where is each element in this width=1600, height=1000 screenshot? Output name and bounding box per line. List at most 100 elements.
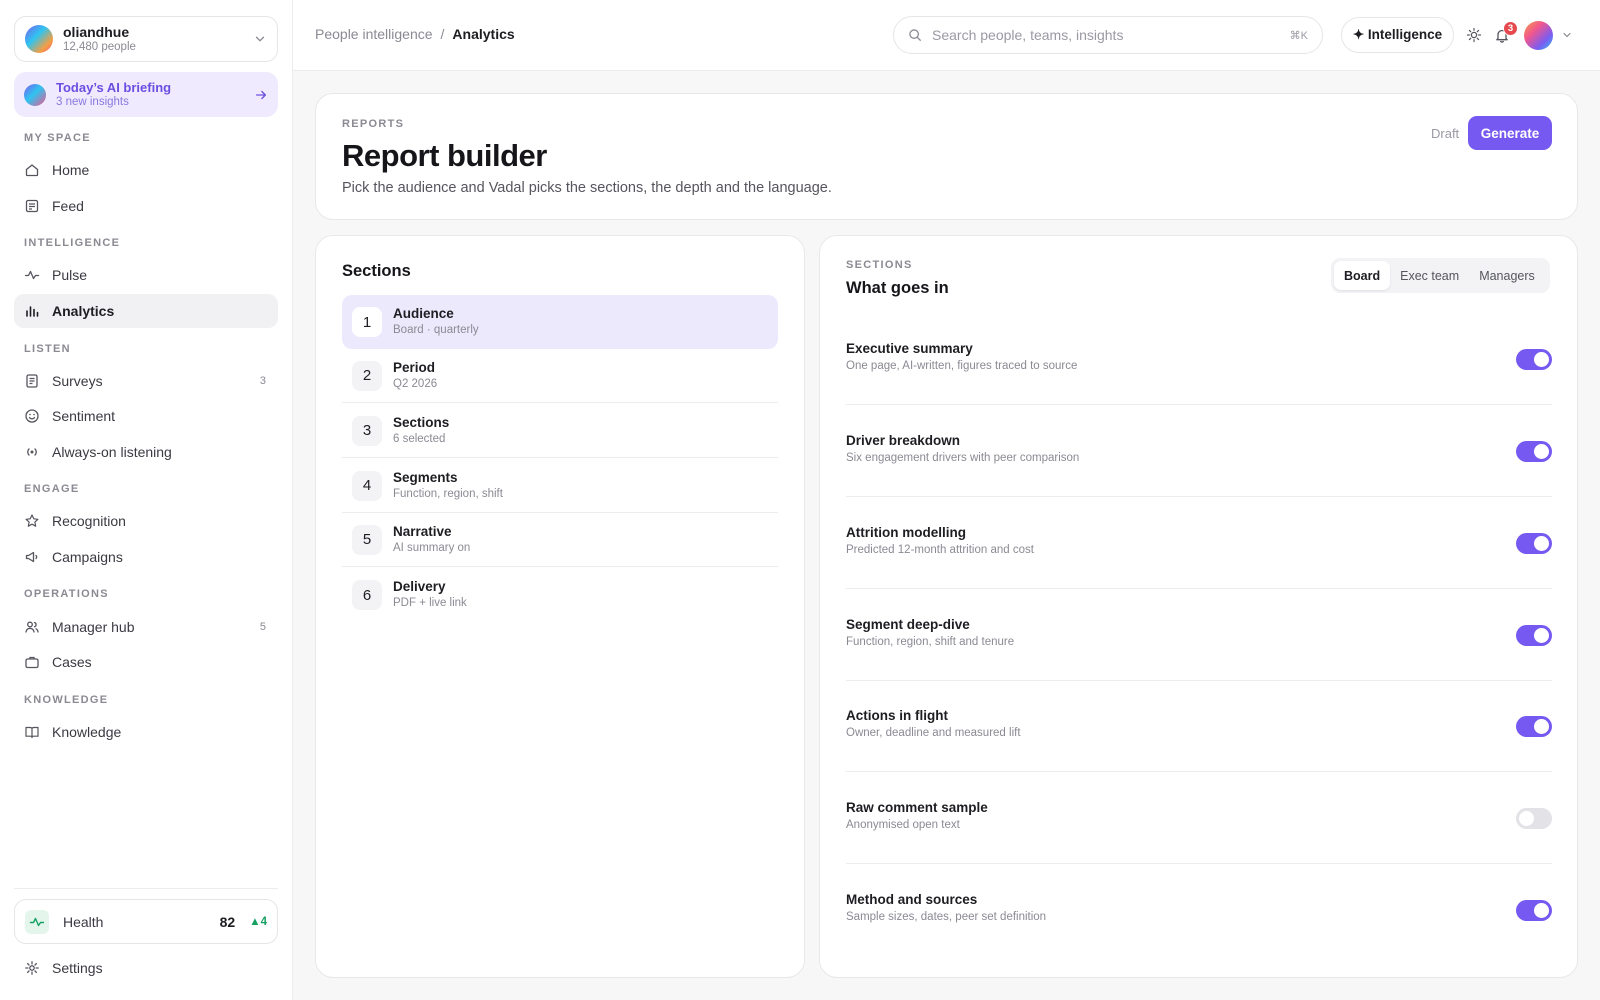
health-label: Health: [63, 913, 104, 930]
section-toggle[interactable]: [1516, 808, 1552, 829]
section-description: Sample sizes, dates, peer set definition: [846, 911, 1047, 923]
section-description: Predicted 12-month attrition and cost: [846, 544, 1034, 556]
nav-section-my-space: MY SPACE: [24, 132, 91, 144]
section-toggle[interactable]: [1516, 716, 1552, 737]
sidebar-item-cases[interactable]: Cases: [14, 645, 278, 679]
page-description: Pick the audience and Vadal picks the se…: [342, 180, 832, 196]
sidebar-item-settings[interactable]: Settings: [14, 951, 278, 985]
search-bar[interactable]: ⌘K: [893, 16, 1323, 54]
smile-icon: [25, 409, 39, 423]
breadcrumb: People intelligence / Analytics: [315, 26, 515, 42]
step-title: Audience: [393, 306, 454, 321]
sidebar-item-feed[interactable]: Feed: [14, 189, 278, 223]
health-score: 82: [219, 913, 236, 930]
section-toggle[interactable]: [1516, 900, 1552, 921]
workspace-people-count: 12,480 people: [63, 41, 136, 53]
step-summary: AI summary on: [393, 541, 471, 554]
step-narrative[interactable]: 5 Narrative AI summary on: [342, 513, 778, 567]
sidebar-divider: [14, 888, 278, 889]
arrow-right-icon: [255, 90, 267, 99]
breadcrumb-current: Analytics: [452, 26, 515, 42]
ai-briefing-card[interactable]: Today’s AI briefing 3 new insights: [14, 72, 278, 117]
generate-button[interactable]: Generate: [1468, 116, 1552, 150]
section-toggle[interactable]: [1516, 625, 1552, 646]
health-score-widget[interactable]: Health 82 ▲4: [14, 899, 278, 944]
megaphone-icon: [25, 551, 38, 563]
section-row-method-and-sources: Method and sources Sample sizes, dates, …: [846, 864, 1552, 956]
nav-section-knowledge: KNOWLEDGE: [24, 694, 109, 706]
page-title: Report builder: [342, 138, 547, 173]
sidebar-item-label: Manager hub: [52, 619, 135, 635]
step-segments[interactable]: 4 Segments Function, region, shift: [342, 459, 778, 513]
health-delta: ▲4: [249, 915, 267, 928]
step-audience[interactable]: 1 Audience Board · quarterly: [342, 295, 778, 349]
sidebar-item-label: Sentiment: [52, 408, 116, 424]
nav-section-intelligence: INTELLIGENCE: [24, 237, 121, 249]
search-icon: [909, 29, 921, 41]
builder-steps-panel: Sections 1 Audience Board · quarterly 2 …: [315, 235, 805, 978]
search-shortcut-hint: ⌘K: [1289, 29, 1308, 42]
sidebar-item-analytics[interactable]: Analytics: [14, 294, 278, 328]
sidebar-item-manager-hub[interactable]: Manager hub 5: [14, 610, 278, 644]
sidebar-item-knowledge[interactable]: Knowledge: [14, 715, 278, 749]
bar-chart-icon: [26, 306, 39, 317]
section-toggle[interactable]: [1516, 349, 1552, 370]
nav-section-listen: LISTEN: [24, 343, 71, 355]
step-number: 2: [352, 360, 382, 391]
section-toggle[interactable]: [1516, 533, 1552, 554]
notification-count-badge: 3: [1503, 21, 1518, 36]
sidebar-item-label: Settings: [52, 960, 103, 976]
section-toggle[interactable]: [1516, 441, 1552, 462]
star-icon: [25, 514, 39, 527]
sidebar-item-campaigns[interactable]: Campaigns: [14, 540, 278, 574]
feed-icon: [25, 199, 39, 213]
sidebar: oliandhue 12,480 people Today’s AI brief…: [0, 0, 293, 1000]
step-delivery[interactable]: 6 Delivery PDF + live link: [342, 568, 778, 622]
tab-managers[interactable]: Managers: [1469, 261, 1545, 290]
report-builder-header: REPORTS Report builder Pick the audience…: [315, 93, 1578, 220]
search-input[interactable]: [932, 27, 1290, 43]
sidebar-item-surveys[interactable]: Surveys 3: [14, 364, 278, 398]
chevron-down-icon[interactable]: [1561, 29, 1573, 41]
workspace-switcher[interactable]: oliandhue 12,480 people: [14, 16, 278, 62]
breadcrumb-parent[interactable]: People intelligence: [315, 26, 433, 42]
sidebar-item-label: Feed: [52, 198, 84, 214]
sidebar-item-sentiment[interactable]: Sentiment: [14, 399, 278, 433]
health-pulse-icon: [25, 909, 49, 934]
sidebar-item-home[interactable]: Home: [14, 153, 278, 187]
manager-hub-count-badge: 5: [259, 621, 266, 633]
gear-icon: [25, 961, 39, 975]
briefing-subtitle: 3 new insights: [56, 96, 129, 108]
step-title: Delivery: [393, 579, 446, 594]
avatar[interactable]: [1524, 21, 1553, 50]
step-sections[interactable]: 3 Sections 6 selected: [342, 404, 778, 458]
tab-board[interactable]: Board: [1334, 261, 1391, 290]
step-number: 1: [352, 307, 382, 337]
step-title: Segments: [393, 469, 458, 485]
sidebar-item-recognition[interactable]: Recognition: [14, 504, 278, 538]
intelligence-button[interactable]: ✦ Intelligence: [1341, 17, 1454, 53]
step-summary: PDF + live link: [393, 597, 467, 609]
step-period[interactable]: 2 Period Q2 2026: [342, 349, 778, 403]
step-summary: Function, region, shift: [393, 487, 503, 500]
section-description: One page, AI-written, figures traced to …: [846, 360, 1078, 372]
sections-config-panel: SECTIONS What goes in Board Exec team Ma…: [819, 235, 1578, 978]
section-title: Attrition modelling: [846, 525, 966, 540]
section-title: Method and sources: [846, 892, 978, 907]
section-title: Driver breakdown: [846, 433, 961, 448]
sun-icon[interactable]: [1466, 27, 1482, 43]
workspace-avatar: [25, 25, 53, 53]
sidebar-item-label: Home: [52, 162, 90, 178]
sidebar-item-label: Campaigns: [52, 549, 123, 565]
sidebar-item-pulse[interactable]: Pulse: [14, 258, 278, 292]
breadcrumb-separator: /: [440, 26, 445, 42]
section-row-segment-deep-dive: Segment deep-dive Function, region, shif…: [846, 589, 1552, 681]
step-title: Sections: [393, 414, 450, 430]
step-summary: Q2 2026: [393, 377, 438, 390]
tab-exec-team[interactable]: Exec team: [1390, 261, 1469, 290]
step-title: Narrative: [393, 523, 452, 539]
top-bar: People intelligence / Analytics ⌘K ✦ Int…: [293, 0, 1600, 71]
sidebar-item-label: Surveys: [52, 373, 103, 389]
sidebar-item-label: Cases: [52, 654, 92, 670]
sidebar-item-always-on-listening[interactable]: Always-on listening: [14, 435, 278, 469]
